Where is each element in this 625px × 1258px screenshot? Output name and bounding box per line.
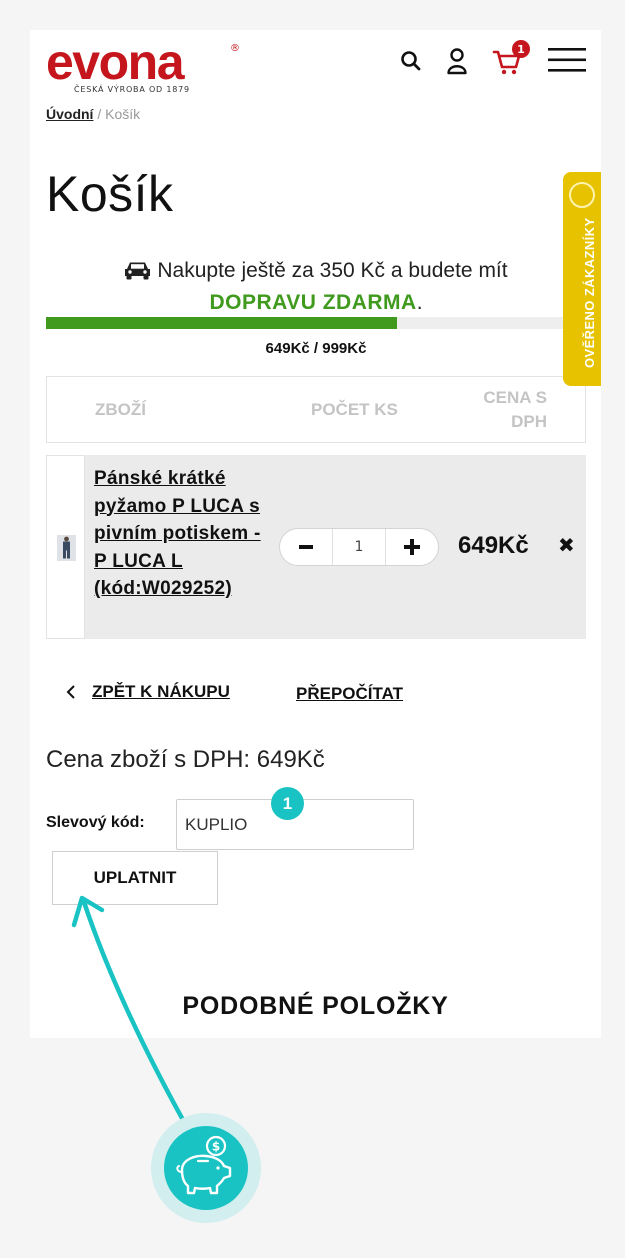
piggy-bank-circle: $: [164, 1126, 248, 1210]
step-number-badge: 1: [271, 787, 304, 820]
savings-badge: $: [151, 1113, 261, 1223]
annotation-arrow: [71, 895, 186, 1123]
svg-text:$: $: [212, 1140, 220, 1154]
piggy-bank-icon: $: [176, 1135, 232, 1195]
